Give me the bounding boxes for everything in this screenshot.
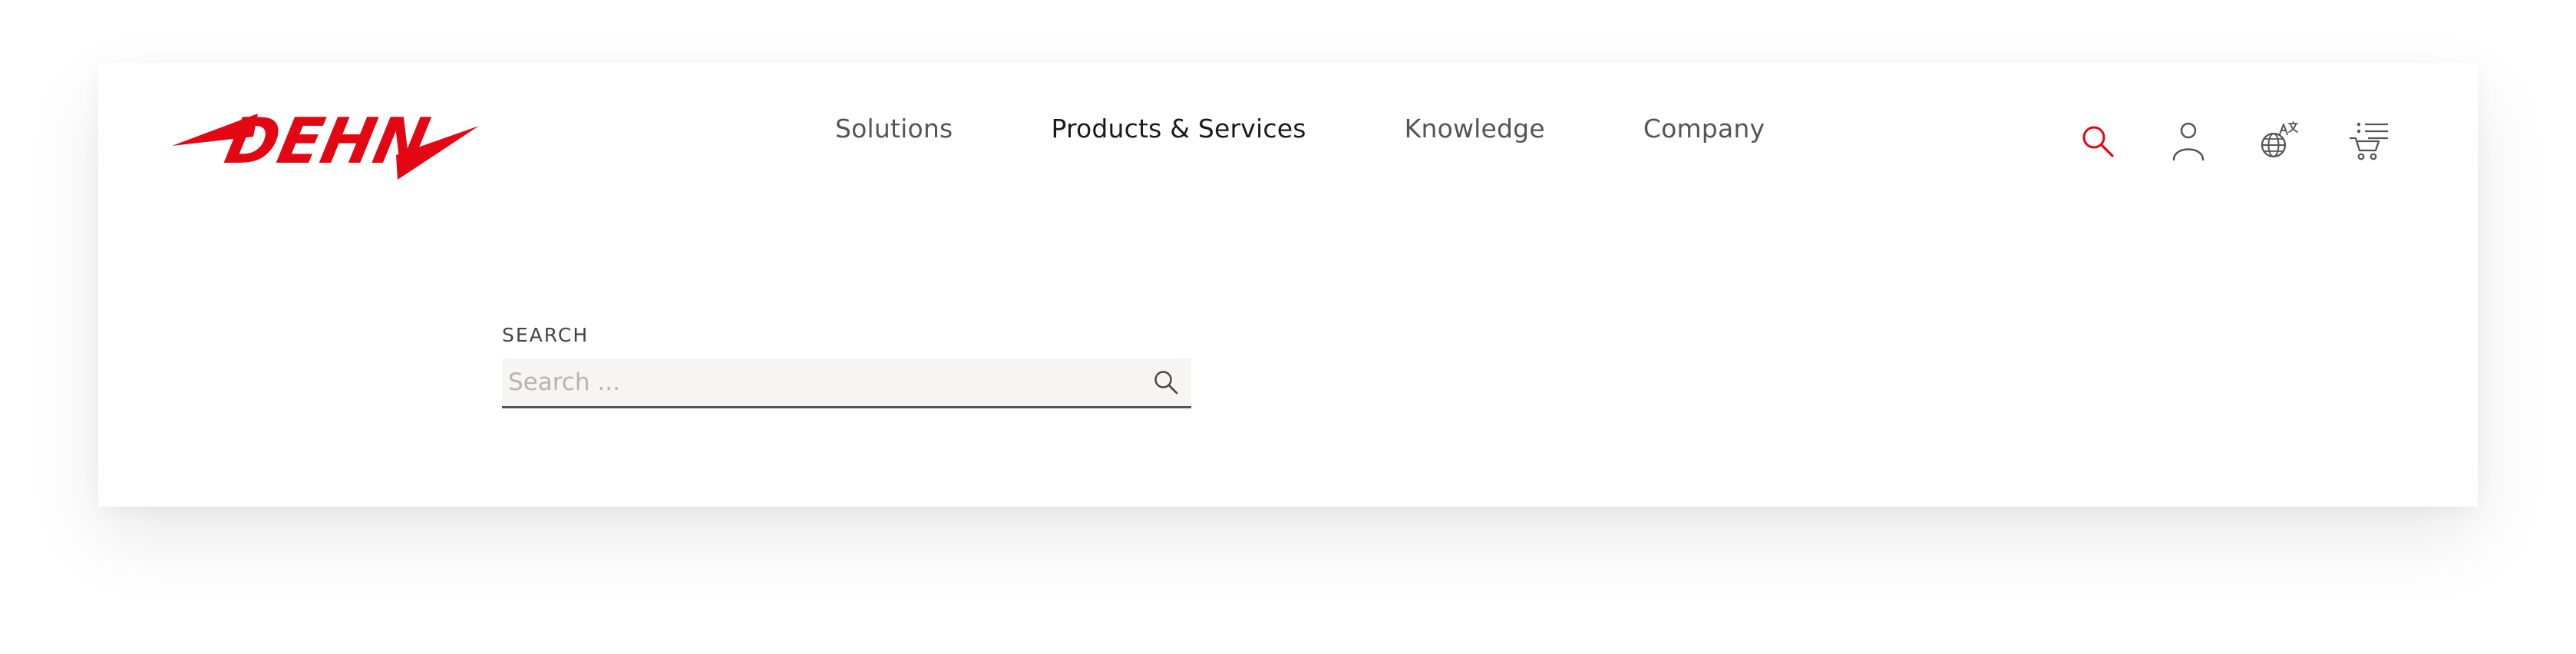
search-overlay-panel: DEHN Solutions Products & Services Knowl…: [98, 63, 2478, 507]
account-button[interactable]: [2162, 114, 2215, 168]
dehn-logo[interactable]: DEHN: [172, 100, 487, 184]
search-icon: [2082, 126, 2114, 157]
header-actions: [2071, 111, 2396, 172]
dehn-logo-text: DEHN: [220, 104, 436, 178]
user-icon: [2172, 122, 2204, 161]
nav-item-products-services[interactable]: Products & Services: [1051, 114, 1306, 144]
search-submit-button[interactable]: [1145, 362, 1187, 403]
site-header: DEHN Solutions Products & Services Knowl…: [98, 63, 2478, 203]
language-button[interactable]: [2252, 114, 2306, 168]
nav-item-company[interactable]: Company: [1643, 114, 1765, 144]
nav-item-knowledge[interactable]: Knowledge: [1405, 114, 1545, 144]
search-field: [502, 358, 1191, 408]
search-input[interactable]: [502, 358, 1131, 406]
page-background: DEHN Solutions Products & Services Knowl…: [0, 0, 2576, 654]
search-button[interactable]: [2071, 114, 2125, 168]
magnifier-icon: [1154, 371, 1178, 395]
cart-button[interactable]: [2343, 114, 2396, 168]
main-navigation: Solutions Products & Services Knowledge …: [835, 63, 1765, 193]
search-section: SEARCH: [502, 324, 1193, 408]
cart-list-icon: [2350, 122, 2388, 160]
dehn-logo-mark: DEHN: [172, 104, 479, 180]
language-globe-icon: [2261, 121, 2298, 158]
nav-item-solutions[interactable]: Solutions: [835, 114, 953, 144]
search-label: SEARCH: [502, 324, 590, 346]
